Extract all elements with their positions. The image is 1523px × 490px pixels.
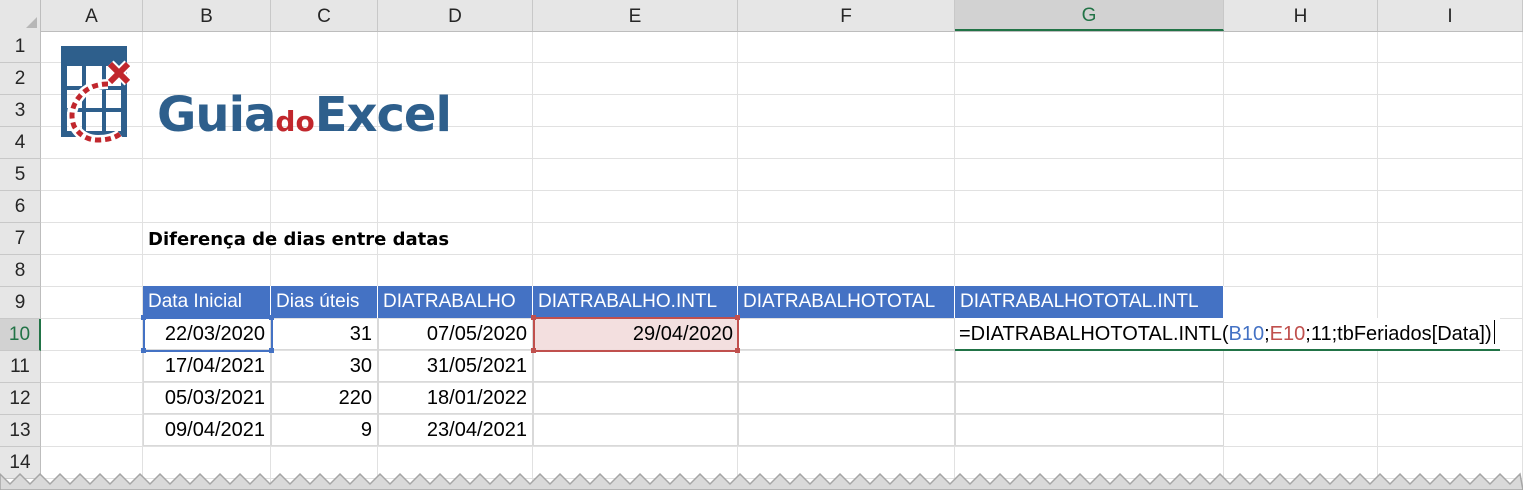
range-handle[interactable] bbox=[141, 348, 146, 353]
range-handle[interactable] bbox=[531, 348, 536, 353]
table-cell[interactable] bbox=[738, 350, 955, 382]
range-handle[interactable] bbox=[531, 315, 536, 320]
formula-ref-e10: E10 bbox=[1269, 323, 1306, 345]
row-header-5[interactable]: 5 bbox=[0, 159, 41, 191]
range-handle[interactable] bbox=[269, 315, 274, 320]
range-handle[interactable] bbox=[735, 348, 740, 353]
row-gridline bbox=[41, 446, 1523, 447]
logo-text-do: do bbox=[275, 105, 315, 138]
range-handle[interactable] bbox=[141, 315, 146, 320]
table-cell[interactable] bbox=[533, 414, 738, 446]
column-header-g[interactable]: G bbox=[955, 0, 1224, 31]
table-header-cell[interactable]: DIATRABALHOTOTAL bbox=[738, 286, 955, 318]
table-cell[interactable] bbox=[955, 382, 1224, 414]
row-header-6[interactable]: 6 bbox=[0, 191, 41, 223]
row-header-9[interactable]: 9 bbox=[0, 287, 41, 319]
row-header-12[interactable]: 12 bbox=[0, 383, 41, 415]
column-header-b[interactable]: B bbox=[143, 0, 271, 31]
logo-wordmark: GuiadoExcel bbox=[157, 87, 452, 150]
column-header-e[interactable]: E bbox=[533, 0, 738, 31]
row-gridline bbox=[41, 222, 1523, 223]
table-cell[interactable]: 31 bbox=[271, 318, 378, 350]
formula-suffix: ;11;tbFeriados[Data]) bbox=[1305, 323, 1492, 345]
row-header-3[interactable]: 3 bbox=[0, 95, 41, 127]
active-cell-editor[interactable]: =DIATRABALHOTOTAL.INTL(B10;E10;11;tbFeri… bbox=[955, 318, 1500, 351]
row-header-10[interactable]: 10 bbox=[0, 319, 41, 351]
table-cell[interactable] bbox=[955, 414, 1224, 446]
table-cell[interactable]: 18/01/2022 bbox=[378, 382, 533, 414]
table-cell[interactable] bbox=[955, 350, 1224, 382]
table-header-cell[interactable]: Data Inicial bbox=[143, 286, 271, 318]
row-gridline bbox=[41, 62, 1523, 63]
table-header-cell[interactable]: DIATRABALHOTOTAL.INTL bbox=[955, 286, 1224, 318]
table-cell[interactable]: 23/04/2021 bbox=[378, 414, 533, 446]
row-header-2[interactable]: 2 bbox=[0, 63, 41, 95]
row-header-1[interactable]: 1 bbox=[0, 31, 41, 63]
row-header-13[interactable]: 13 bbox=[0, 415, 41, 447]
range-handle[interactable] bbox=[735, 315, 740, 320]
column-header-i[interactable]: I bbox=[1378, 0, 1523, 31]
column-header-f[interactable]: F bbox=[738, 0, 955, 31]
table-column-border bbox=[378, 318, 379, 446]
row-header-7[interactable]: 7 bbox=[0, 223, 41, 255]
table-cell[interactable]: 05/03/2021 bbox=[143, 382, 271, 414]
logo-text-excel: Excel bbox=[314, 87, 452, 143]
table-cell[interactable]: 9 bbox=[271, 414, 378, 446]
table-cell[interactable] bbox=[533, 350, 738, 382]
table-cell[interactable]: 17/04/2021 bbox=[143, 350, 271, 382]
table-header-cell[interactable]: DIATRABALHO.INTL bbox=[533, 286, 738, 318]
ref-range-b10 bbox=[143, 317, 273, 352]
select-all-triangle-icon bbox=[26, 17, 37, 28]
table-row-border bbox=[143, 445, 1224, 446]
table-header-cell[interactable]: DIATRABALHO bbox=[378, 286, 533, 318]
column-header-d[interactable]: D bbox=[378, 0, 533, 31]
column-gridline bbox=[1377, 31, 1378, 490]
row-header-8[interactable]: 8 bbox=[0, 255, 41, 287]
select-all-button[interactable] bbox=[0, 0, 41, 31]
row-gridline bbox=[41, 190, 1523, 191]
table-cell[interactable]: 31/05/2021 bbox=[378, 350, 533, 382]
table-cell[interactable] bbox=[738, 382, 955, 414]
guia-do-excel-logo-icon bbox=[61, 46, 130, 144]
table-cell[interactable]: 30 bbox=[271, 350, 378, 382]
table-cell[interactable]: 09/04/2021 bbox=[143, 414, 271, 446]
spreadsheet-grid[interactable]: ABCDEFGHI 1 2 3 4 5 6 7 8 9 10 11 12 13 14 GuiadoExce… bbox=[0, 0, 1523, 490]
row-header-4[interactable]: 4 bbox=[0, 127, 41, 159]
table-cell[interactable]: 07/05/2020 bbox=[378, 318, 533, 350]
table-cell[interactable] bbox=[738, 318, 955, 350]
table-cell-e10[interactable]: 29/04/2020 bbox=[533, 318, 739, 350]
row-header-11[interactable]: 11 bbox=[0, 351, 41, 383]
row-gridline bbox=[41, 158, 1523, 159]
torn-edge-shape bbox=[0, 472, 1523, 490]
column-header-a[interactable]: A bbox=[41, 0, 143, 31]
table-cell[interactable] bbox=[533, 382, 738, 414]
torn-edge-decoration bbox=[0, 472, 1523, 490]
formula-prefix: =DIATRABALHOTOTAL.INTL( bbox=[959, 323, 1229, 345]
section-title: Diferença de dias entre datas bbox=[148, 229, 450, 250]
column-header-h[interactable]: H bbox=[1224, 0, 1378, 31]
text-cursor bbox=[1493, 320, 1495, 344]
table-header-cell[interactable]: Dias úteis bbox=[271, 286, 378, 318]
table-cell[interactable] bbox=[738, 414, 955, 446]
column-header-c[interactable]: C bbox=[271, 0, 378, 31]
formula-ref-b10: B10 bbox=[1228, 323, 1265, 345]
table-cell[interactable]: 220 bbox=[271, 382, 378, 414]
range-handle[interactable] bbox=[269, 348, 274, 353]
logo-text-guia: Guia bbox=[157, 87, 276, 143]
